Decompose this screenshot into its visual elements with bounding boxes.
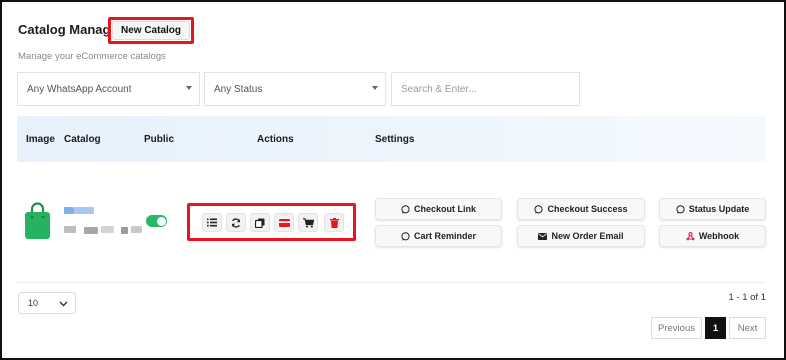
new-order-email-label: New Order Email (551, 231, 624, 241)
status-update-button[interactable]: Status Update (659, 198, 766, 220)
whatsapp-icon (676, 204, 685, 214)
orders-button[interactable] (298, 213, 318, 232)
list-icon (207, 218, 217, 227)
shopping-bag-icon (25, 202, 50, 239)
cart-reminder-button[interactable]: Cart Reminder (375, 225, 502, 247)
page-1-button[interactable]: 1 (705, 317, 726, 339)
account-select[interactable]: Any WhatsApp Account (17, 72, 200, 106)
whatsapp-icon (401, 204, 410, 214)
pagination-range: 1 - 1 of 1 (728, 292, 767, 303)
card-icon (278, 218, 290, 227)
page-subtitle: Manage your eCommerce catalogs (18, 51, 166, 62)
cart-reminder-label: Cart Reminder (413, 231, 476, 241)
webhook-label: Webhook (698, 231, 740, 241)
checkout-success-label: Checkout Success (547, 204, 628, 214)
caret-down-icon (372, 86, 378, 90)
payment-button[interactable] (274, 213, 294, 232)
new-catalog-highlight: New Catalog (108, 17, 194, 44)
whatsapp-icon (401, 231, 410, 241)
delete-button[interactable] (324, 213, 344, 232)
column-header-settings: Settings (375, 134, 415, 145)
webhook-icon (686, 231, 695, 241)
actions-highlight (187, 203, 356, 241)
status-select-value: Any Status (214, 83, 263, 95)
public-toggle[interactable] (146, 215, 167, 227)
page-size-value: 10 (28, 298, 39, 308)
column-header-image: Image (26, 134, 55, 145)
webhook-button[interactable]: Webhook (659, 225, 766, 247)
refresh-icon (231, 217, 241, 228)
previous-page-button[interactable]: Previous (651, 317, 702, 339)
list-button[interactable] (202, 213, 222, 232)
checkout-link-label: Checkout Link (413, 204, 476, 214)
envelope-icon (538, 232, 548, 240)
column-header-public: Public (144, 134, 175, 145)
copy-icon (255, 218, 265, 228)
column-header-catalog: Catalog (64, 134, 101, 145)
checkout-link-button[interactable]: Checkout Link (375, 198, 502, 220)
next-page-button[interactable]: Next (729, 317, 766, 339)
search-input[interactable]: Search & Enter... (391, 72, 580, 106)
table-divider (17, 282, 766, 283)
search-placeholder: Search & Enter... (401, 83, 477, 95)
checkout-success-button[interactable]: Checkout Success (517, 198, 645, 220)
page-size-select[interactable]: 10 (18, 292, 76, 314)
account-select-value: Any WhatsApp Account (27, 83, 132, 95)
status-update-label: Status Update (688, 204, 750, 214)
new-order-email-button[interactable]: New Order Email (517, 225, 645, 247)
column-header-actions: Actions (257, 134, 294, 145)
caret-down-icon (186, 86, 192, 90)
sync-button[interactable] (226, 213, 246, 232)
chevron-down-icon (59, 301, 68, 307)
cart-icon (302, 217, 314, 228)
new-catalog-button[interactable]: New Catalog (111, 21, 190, 40)
table-header: Image Catalog Public Actions Settings (17, 116, 766, 162)
status-select[interactable]: Any Status (204, 72, 386, 106)
trash-icon (329, 217, 339, 228)
whatsapp-icon (534, 204, 544, 214)
copy-button[interactable] (250, 213, 270, 232)
